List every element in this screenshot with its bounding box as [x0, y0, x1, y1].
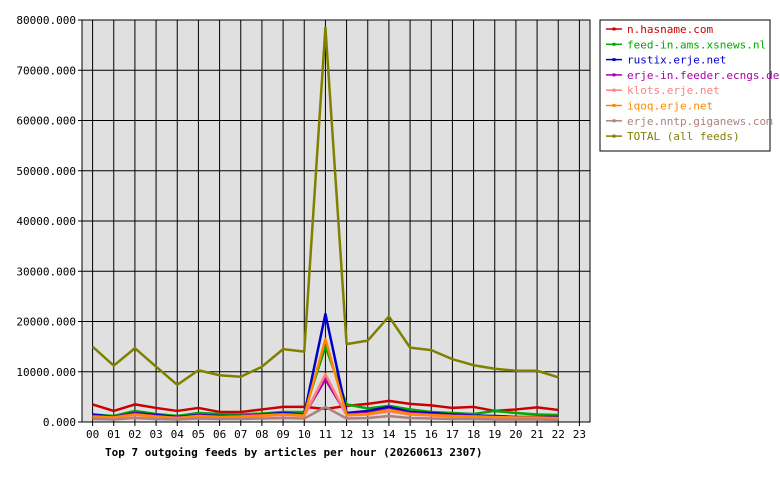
legend-marker: [612, 73, 616, 77]
legend-item: TOTAL (all feeds): [606, 130, 740, 143]
legend-marker: [612, 104, 616, 107]
x-tick-label: 23: [573, 428, 586, 441]
legend-label: n.hasname.com: [627, 23, 713, 36]
legend-marker: [612, 119, 616, 123]
line-chart: 0.000 10000.000 20000.000 30000.000 40000.00…: [16, 14, 779, 459]
y-tick-label: 80000.000: [16, 14, 76, 27]
x-tick-label: 15: [403, 428, 416, 441]
y-tick-label: 30000.000: [16, 265, 76, 278]
x-tick-label: 05: [192, 428, 205, 441]
x-tick-label: 04: [171, 428, 185, 441]
legend-marker: [612, 88, 616, 92]
x-tick-label: 07: [234, 428, 247, 441]
x-tick-label: 06: [213, 428, 226, 441]
x-tick-label: 02: [128, 428, 141, 441]
x-tick-label: 20: [509, 428, 522, 441]
x-tick-label: 03: [149, 428, 162, 441]
x-tick-label: 14: [382, 428, 396, 441]
legend-marker: [612, 42, 616, 46]
x-tick-label: 13: [361, 428, 374, 441]
x-tick-label: 16: [425, 428, 438, 441]
chart-title: Top 7 outgoing feeds by articles per hou…: [105, 446, 483, 459]
x-tick-label: 08: [255, 428, 268, 441]
legend-label: iqoq.erje.net: [627, 100, 713, 113]
x-axis: 00 01 02 03 04 05 06 07 08 09 10 11 12 13 14 15 16 17 18 19…: [86, 422, 586, 441]
legend-label: rustix.erje.net: [627, 54, 726, 67]
legend-marker: [612, 134, 616, 138]
x-tick-label: 09: [276, 428, 289, 441]
x-tick-label: 19: [488, 428, 501, 441]
x-tick-label: 22: [552, 428, 565, 441]
x-tick-label: 00: [86, 428, 99, 441]
legend-item: erje-in.feeder.ecngs.de: [606, 69, 779, 82]
x-tick-label: 21: [530, 428, 543, 441]
legend-item: feed-in.ams.xsnews.nl: [606, 38, 766, 51]
x-tick-label: 10: [298, 428, 311, 441]
legend-marker: [612, 27, 616, 31]
x-tick-label: 01: [107, 428, 120, 441]
y-tick-label: 20000.000: [16, 316, 76, 329]
legend: n.hasname.com feed-in.ams.xsnews.nl rustix…: [599, 19, 779, 152]
y-tick-label: 10000.000: [16, 366, 76, 379]
legend-marker: [612, 58, 616, 62]
legend-label: erje.nntp.giganews.com: [627, 115, 773, 128]
legend-label: TOTAL (all feeds): [627, 130, 740, 143]
x-tick-label: 12: [340, 428, 353, 441]
legend-label: feed-in.ams.xsnews.nl: [627, 38, 766, 51]
y-tick-label: 50000.000: [16, 165, 76, 178]
legend-label: klots.erje.net: [627, 84, 720, 97]
x-tick-label: 17: [446, 428, 459, 441]
y-tick-label: 40000.000: [16, 215, 76, 228]
y-tick-label: 70000.000: [16, 64, 76, 77]
legend-item: erje.nntp.giganews.com: [606, 115, 773, 128]
y-axis: 0.000 10000.000 20000.000 30000.000 40000.00…: [16, 14, 82, 429]
x-tick-label: 18: [467, 428, 480, 441]
y-tick-label: 60000.000: [16, 115, 76, 128]
legend-label: erje-in.feeder.ecngs.de: [627, 69, 779, 82]
y-tick-label: 0.000: [43, 416, 76, 429]
x-tick-label: 11: [319, 428, 332, 441]
